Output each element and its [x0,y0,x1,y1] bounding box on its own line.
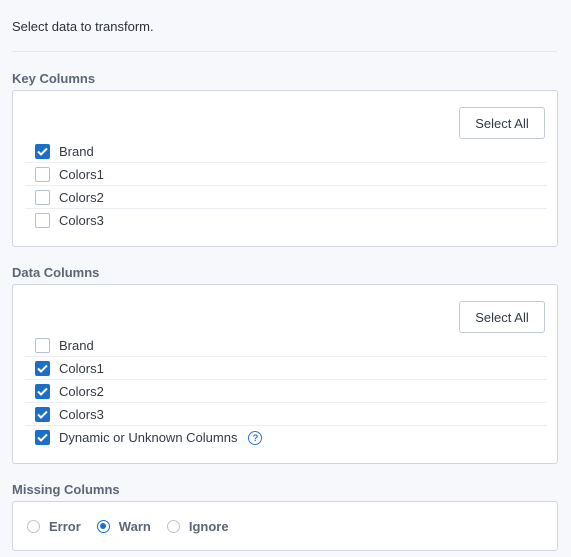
radio-label: Ignore [188,518,229,534]
radio-button[interactable] [27,519,40,533]
missing-columns-radio-group: Error Warn Ignore [27,502,245,550]
checkbox[interactable] [35,337,50,353]
key-columns-panel: Select All Brand Colors1 Colors2 Colors3 [12,90,558,247]
row-label: Colors3 [59,406,104,422]
checkbox[interactable] [35,166,50,182]
data-columns-list: Brand Colors1 Colors2 Colors3 Dynamic or… [25,334,547,449]
radio-label: Warn [118,518,151,534]
radio-option-error[interactable]: Error [27,519,81,534]
radio-button[interactable] [96,519,110,533]
checkbox[interactable] [35,360,50,376]
checkbox[interactable] [35,383,50,399]
row-label: Colors1 [59,360,104,376]
key-column-row-colors2[interactable]: Colors2 [25,186,547,209]
data-column-row-colors3[interactable]: Colors3 [25,403,547,426]
row-label: Colors2 [59,383,104,399]
checkbox[interactable] [35,143,50,159]
key-column-row-brand[interactable]: Brand [25,140,547,163]
key-column-row-colors1[interactable]: Colors1 [25,163,547,186]
row-label: Colors1 [59,166,104,182]
checkbox[interactable] [35,430,50,445]
data-columns-select-all-button[interactable]: Select All [459,301,545,333]
missing-columns-panel: Error Warn Ignore [12,501,558,551]
row-label: Colors2 [59,189,104,205]
data-column-row-colors1[interactable]: Colors1 [25,357,547,380]
row-label: Dynamic or Unknown Columns [59,430,238,445]
data-column-row-brand[interactable]: Brand [25,334,547,357]
help-icon[interactable]: ? [248,430,263,445]
radio-button[interactable] [166,519,180,533]
key-column-row-colors3[interactable]: Colors3 [25,209,547,232]
key-columns-title: Key Columns [12,71,96,86]
data-columns-panel: Select All Brand Colors1 Colors2 Colors3… [12,284,558,464]
data-column-row-colors2[interactable]: Colors2 [25,380,547,403]
radio-label: Error [49,518,81,534]
row-label: Brand [59,143,94,159]
divider [12,51,557,52]
transform-settings-panel: Select data to transform. Key Columns Se… [0,0,571,557]
checkbox[interactable] [35,189,50,205]
row-label: Brand [59,337,94,353]
row-label: Colors3 [59,213,104,228]
radio-option-warn[interactable]: Warn [96,518,151,534]
checkbox[interactable] [35,213,50,228]
data-columns-title: Data Columns [12,265,100,280]
missing-columns-title: Missing Columns [12,482,120,497]
data-column-row-dynamic[interactable]: Dynamic or Unknown Columns ? [25,426,547,449]
checkbox[interactable] [35,406,50,422]
radio-option-ignore[interactable]: Ignore [166,518,229,534]
key-columns-list: Brand Colors1 Colors2 Colors3 [25,140,547,232]
intro-text: Select data to transform. [12,19,154,34]
key-columns-select-all-button[interactable]: Select All [459,107,545,139]
